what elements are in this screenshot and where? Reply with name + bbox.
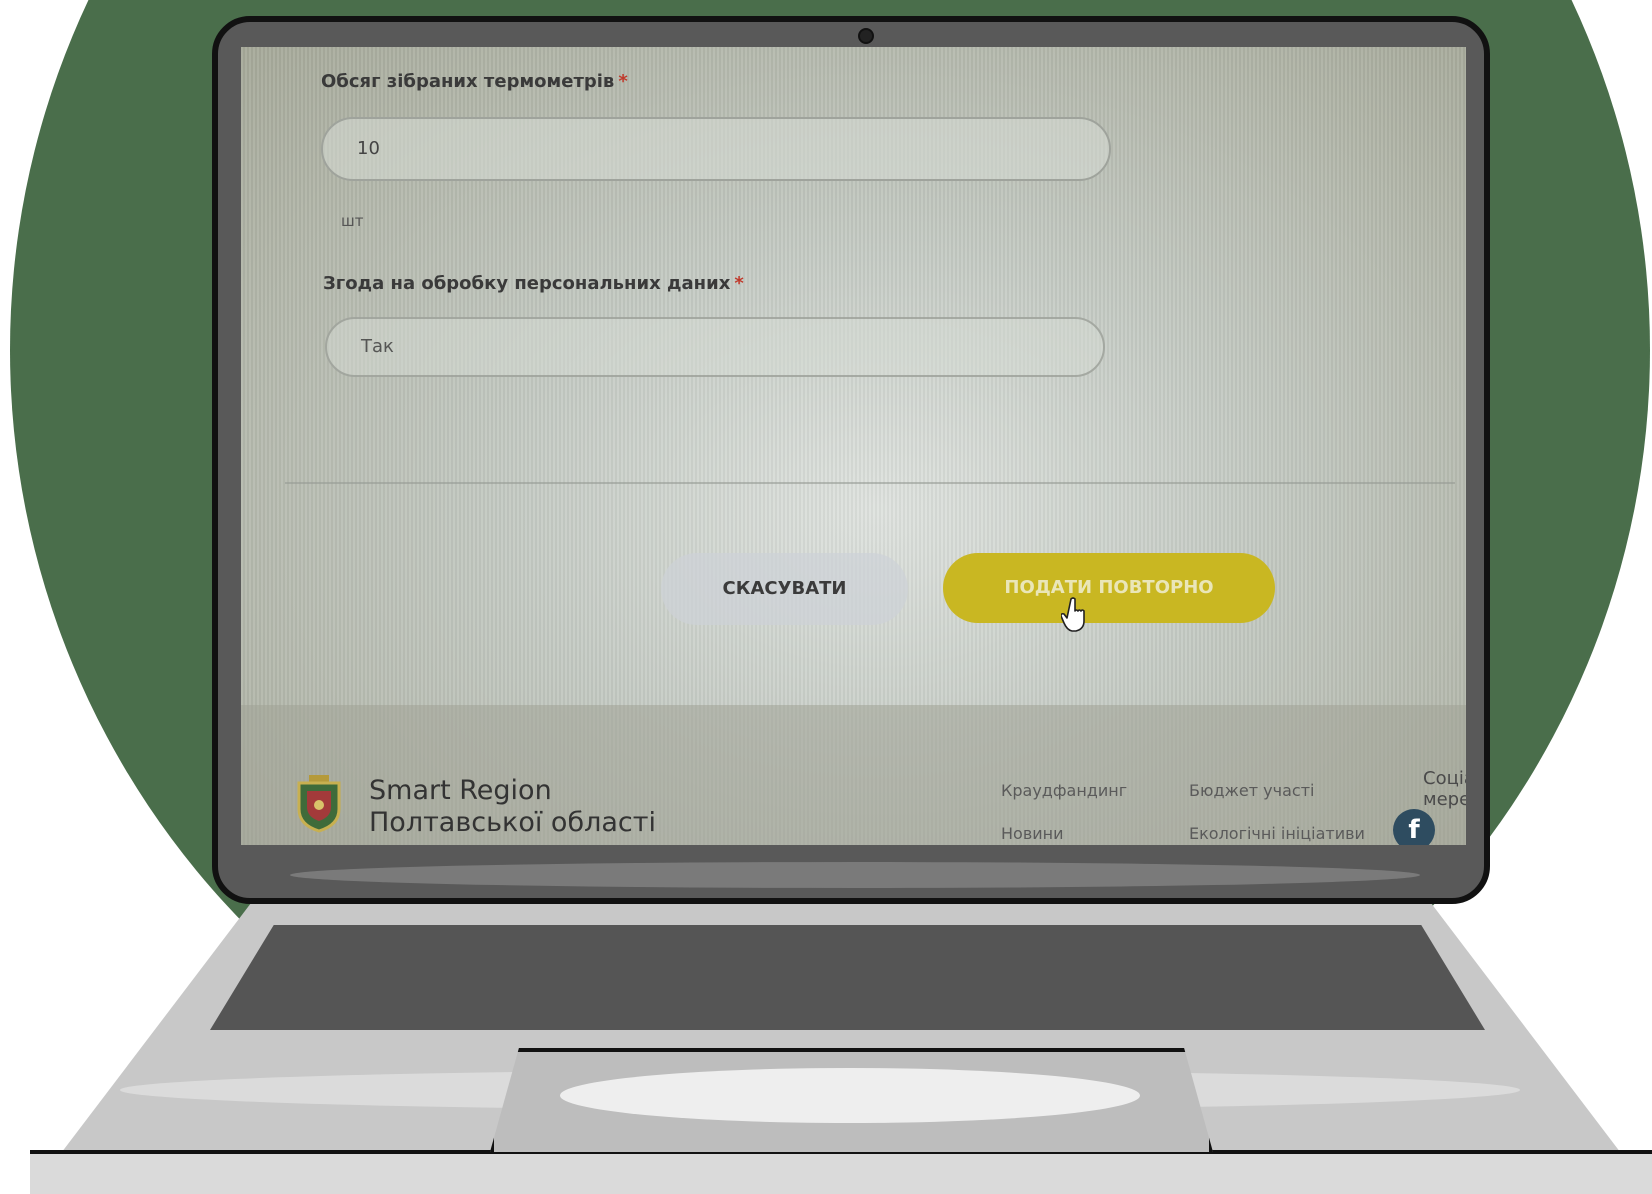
thermometers-label-text: Обсяг зібраних термометрів xyxy=(321,71,615,92)
required-mark: * xyxy=(618,71,628,92)
laptop-hinge xyxy=(290,862,1420,888)
thermometers-field-label: Обсяг зібраних термометрів * xyxy=(321,71,628,92)
brand-name-line2: Полтавської області xyxy=(369,807,656,838)
footer-link-crowdfunding[interactable]: Краудфандинг xyxy=(1001,781,1127,800)
unit-label: шт xyxy=(341,212,364,230)
footer-link-participation-budget[interactable]: Бюджет участі xyxy=(1189,781,1314,800)
site-footer: Smart Region Полтавської області Краудфа… xyxy=(241,705,1466,845)
camera-icon xyxy=(858,28,874,44)
laptop-screen: Обсяг зібраних термометрів * 10 шт Згода … xyxy=(241,47,1466,845)
consent-value: Так xyxy=(361,336,394,357)
coat-of-arms-icon xyxy=(297,775,341,833)
required-mark: * xyxy=(734,273,744,294)
touchpad-shine xyxy=(560,1068,1140,1123)
consent-label-text: Згода на обробку персональних даних xyxy=(323,273,731,294)
brand-name-line1: Smart Region xyxy=(369,775,552,806)
resubmit-button[interactable]: ПОДАТИ ПОВТОРНО xyxy=(943,553,1275,623)
laptop-base-edge xyxy=(30,1150,1652,1194)
footer-link-news[interactable]: Новини xyxy=(1001,824,1064,843)
form-divider xyxy=(285,482,1455,484)
footer-link-eco-initiatives[interactable]: Екологічні ініціативи xyxy=(1189,824,1365,843)
consent-select[interactable]: Так xyxy=(325,317,1105,377)
cancel-button[interactable]: СКАСУВАТИ xyxy=(661,553,908,625)
social-networks-label: Соціальні мережі xyxy=(1423,768,1466,810)
thermometers-input[interactable]: 10 xyxy=(321,117,1111,181)
thermometers-value: 10 xyxy=(357,138,380,159)
consent-field-label: Згода на обробку персональних даних * xyxy=(323,273,744,294)
hand-pointer-icon xyxy=(1061,597,1085,632)
laptop-keyboard xyxy=(210,925,1485,1030)
facebook-icon[interactable]: f xyxy=(1393,809,1435,845)
